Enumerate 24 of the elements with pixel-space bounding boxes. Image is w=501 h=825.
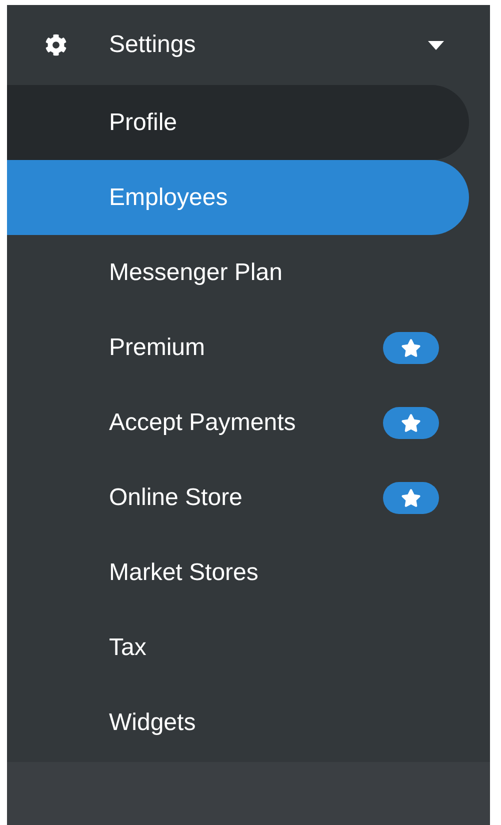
star-icon — [401, 338, 421, 358]
menu-item-label: Messenger Plan — [109, 258, 284, 288]
menu-item[interactable]: Online Store — [7, 460, 469, 535]
menu-item[interactable]: Employees — [7, 160, 469, 235]
menu-item-label: Online Store — [109, 482, 244, 512]
menu-item-label: Profile — [109, 108, 178, 138]
menu-item-label: Premium — [109, 332, 206, 362]
menu-item-label: Market Stores — [109, 558, 260, 588]
menu-item-label: Widgets — [109, 708, 197, 738]
menu-item[interactable]: Profile — [7, 85, 469, 160]
caret-icon — [428, 40, 444, 50]
menu-item[interactable]: Accept Payments — [7, 385, 469, 460]
menu-item-label: Tax — [109, 632, 148, 662]
menu-item[interactable]: Widgets — [7, 685, 469, 760]
settings-header[interactable]: Settings — [7, 5, 490, 85]
star-icon — [401, 488, 421, 508]
menu-item-label: Accept Payments — [109, 408, 297, 438]
menu-item[interactable]: Premium — [7, 310, 469, 385]
star-icon — [401, 412, 421, 432]
settings-icon — [45, 34, 67, 56]
menu-item[interactable]: Messenger Plan — [7, 235, 469, 310]
menu-item[interactable]: Market Stores — [7, 535, 469, 610]
menu-item-label: Employees — [109, 182, 229, 212]
menu-item[interactable]: Tax — [7, 610, 469, 685]
